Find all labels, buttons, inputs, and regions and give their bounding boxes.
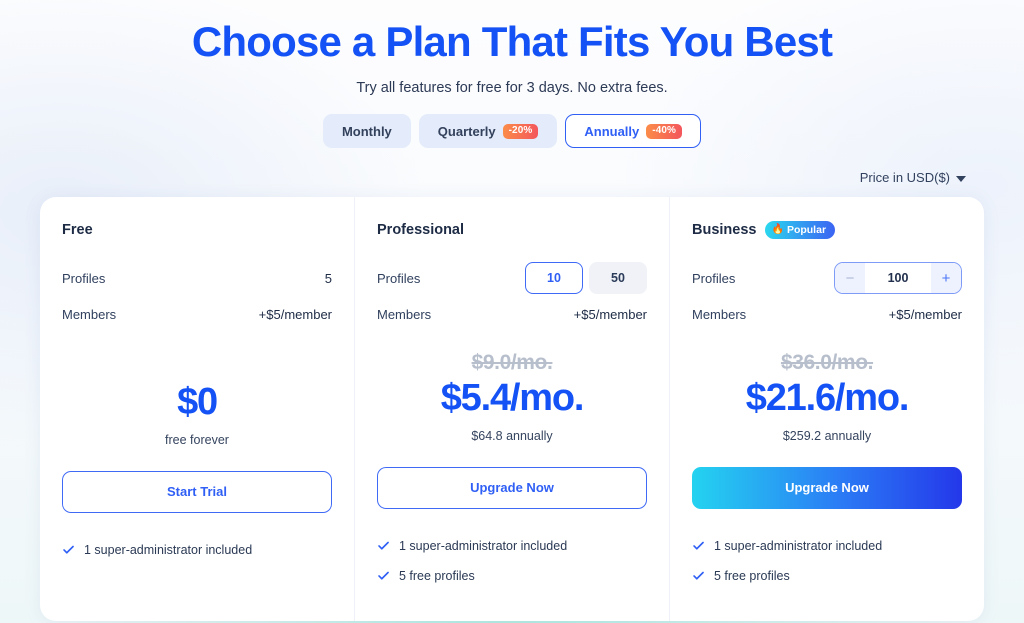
discount-badge: -40% (646, 123, 683, 139)
plan-name: Business (692, 222, 757, 239)
popular-badge-label: Popular (786, 224, 827, 237)
price-note: free forever (165, 432, 229, 447)
plan-card-professional: Professional Profiles 10 50 Members +$5/… (354, 197, 669, 621)
page-subtitle: Try all features for free for 3 days. No… (356, 80, 668, 97)
cta-label: Upgrade Now (785, 480, 869, 496)
price-original: $36.0/mo. (780, 351, 874, 375)
price-block: $9.0/mo. $5.4/mo. $64.8 annually (377, 351, 647, 443)
cta-label: Start Trial (167, 484, 227, 500)
members-value: +$5/member (258, 306, 332, 322)
stepper-value[interactable]: 100 (865, 271, 931, 285)
plan-header: Business 🔥 Popular (692, 219, 962, 241)
price-block: $36.0/mo. $21.6/mo. $259.2 annually (692, 351, 962, 443)
feature-item: 5 free profiles (692, 569, 962, 583)
check-icon (377, 539, 390, 552)
members-label: Members (377, 306, 432, 322)
profiles-label: Profiles (62, 270, 106, 286)
price-current: $0 (177, 381, 218, 424)
members-row: Members +$5/member (62, 303, 332, 325)
discount-badge: -20% (502, 123, 539, 139)
feature-item: 1 super-administrator included (62, 543, 332, 557)
page-title: Choose a Plan That Fits You Best (191, 18, 833, 65)
feature-list: 1 super-administrator included (62, 543, 332, 595)
feature-list: 1 super-administrator included 5 free pr… (377, 539, 647, 621)
members-value: +$5/member (573, 306, 647, 322)
price-note: $64.8 annually (471, 428, 553, 443)
profiles-label: Profiles (377, 270, 421, 286)
billing-option-label: Quarterly (437, 123, 496, 139)
pricing-page: Choose a Plan That Fits You Best Try all… (0, 0, 1024, 623)
members-row: Members +$5/member (377, 303, 647, 325)
profiles-stepper: − 100 + (834, 262, 962, 295)
feature-item: 1 super-administrator included (377, 539, 647, 553)
price-block: $0 free forever (62, 379, 332, 447)
members-label: Members (692, 306, 747, 322)
check-icon (692, 539, 705, 552)
price-note: $259.2 annually (782, 428, 872, 443)
feature-label: 1 super-administrator included (84, 542, 253, 557)
check-icon (62, 543, 75, 556)
upgrade-now-button[interactable]: Upgrade Now (377, 466, 647, 509)
upgrade-now-button[interactable]: Upgrade Now (692, 466, 962, 509)
billing-option-label: Monthly (341, 123, 392, 139)
profiles-option-50[interactable]: 50 (589, 262, 647, 295)
plan-name: Free (62, 222, 93, 239)
billing-option-label: Annually (584, 123, 640, 139)
feature-label: 5 free profiles (714, 568, 790, 583)
profiles-row: Profiles 10 50 (377, 261, 647, 295)
card-spacer (62, 595, 332, 621)
billing-option-annually[interactable]: Annually -40% (565, 114, 702, 149)
profiles-option-10[interactable]: 10 (525, 262, 583, 295)
feature-label: 1 super-administrator included (399, 538, 568, 553)
start-trial-button[interactable]: Start Trial (62, 470, 332, 513)
billing-option-monthly[interactable]: Monthly (322, 114, 411, 149)
pricing-panel: Free Profiles 5 Members +$5/member $0 fr… (40, 197, 984, 621)
profiles-segmented-control: 10 50 (525, 262, 647, 295)
plan-card-business: Business 🔥 Popular Profiles − 100 + Memb… (669, 197, 984, 621)
profiles-label: Profiles (692, 270, 736, 286)
members-value: +$5/member (888, 306, 962, 322)
members-label: Members (62, 306, 117, 322)
check-icon (692, 569, 705, 582)
plan-card-free: Free Profiles 5 Members +$5/member $0 fr… (40, 197, 354, 621)
profiles-row: Profiles 5 (62, 261, 332, 295)
billing-period-toggle: Monthly Quarterly -20% Annually -40% (0, 114, 1024, 149)
feature-label: 5 free profiles (399, 568, 475, 583)
price-current: $21.6/mo. (745, 377, 910, 420)
feature-item: 5 free profiles (377, 569, 647, 583)
stepper-decrement-button[interactable]: − (835, 263, 865, 294)
chevron-down-icon (956, 175, 966, 182)
price-original: $9.0/mo. (471, 351, 553, 375)
plan-header: Professional (377, 219, 647, 241)
billing-option-quarterly[interactable]: Quarterly -20% (418, 114, 558, 149)
stepper-increment-button[interactable]: + (931, 263, 961, 294)
currency-selector[interactable]: Price in USD($) (0, 170, 1024, 185)
popular-badge: 🔥 Popular (765, 221, 836, 240)
plan-name: Professional (377, 222, 465, 239)
feature-item: 1 super-administrator included (692, 539, 962, 553)
cta-label: Upgrade Now (470, 480, 554, 496)
currency-label: Price in USD($) (859, 170, 950, 186)
page-header: Choose a Plan That Fits You Best Try all… (0, 0, 1024, 149)
check-icon (377, 569, 390, 582)
flame-icon: 🔥 (771, 224, 784, 236)
feature-label: 1 super-administrator included (714, 538, 883, 553)
members-row: Members +$5/member (692, 303, 962, 325)
profiles-value: 5 (324, 270, 332, 286)
profiles-row: Profiles − 100 + (692, 261, 962, 295)
feature-list: 1 super-administrator included 5 free pr… (692, 539, 962, 621)
price-current: $5.4/mo. (440, 377, 585, 420)
plan-header: Free (62, 219, 332, 241)
